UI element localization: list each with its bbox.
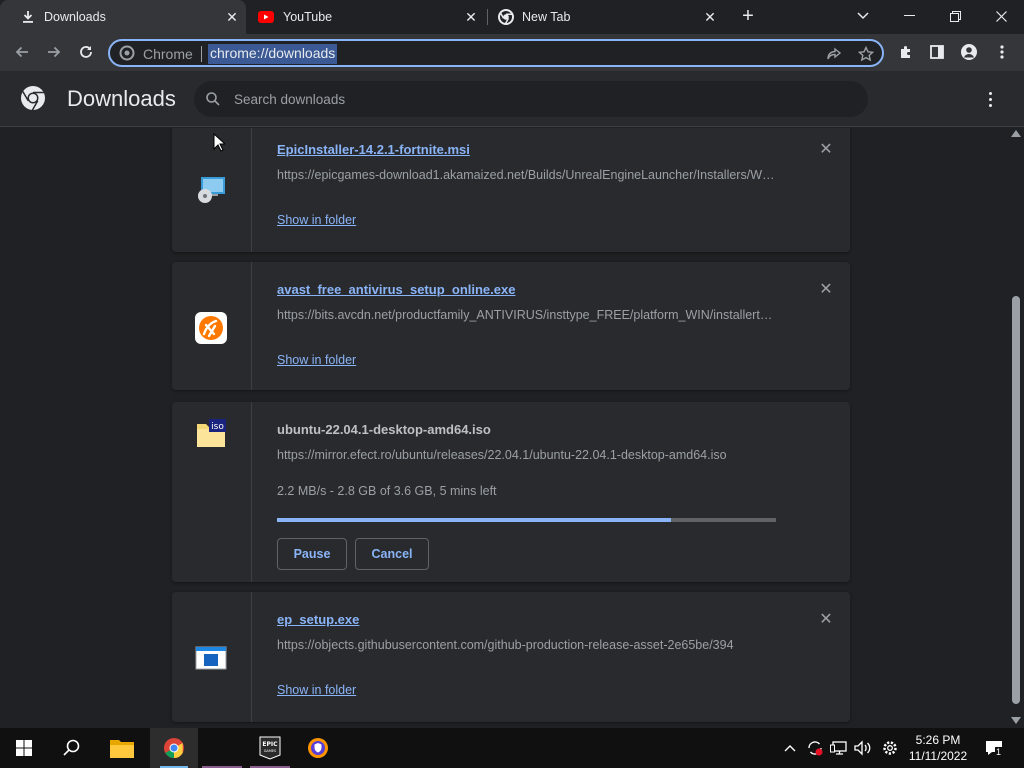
epic-games-button[interactable]: EPIC GAMES [246,728,294,768]
cancel-button[interactable]: Cancel [355,538,429,570]
downloads-list: EpicInstaller-14.2.1-fortnite.msi https:… [0,128,1006,728]
browser-menu-icon[interactable] [991,41,1013,63]
search-icon [206,92,220,106]
address-bar[interactable]: Chrome chrome://downloads [108,39,884,67]
notification-count-badge: 1 [995,747,1003,757]
forward-arrow-icon[interactable] [43,41,65,63]
download-item: avast_free_antivirus_setup_online.exe ht… [172,262,850,390]
pause-button[interactable]: Pause [277,538,347,570]
tab-downloads[interactable]: Downloads ✕ [0,0,246,34]
clock-date: 11/11/2022 [908,749,968,763]
sync-status-icon[interactable] [805,738,825,758]
chrome-site-icon [119,45,135,61]
search-box[interactable] [194,81,868,117]
close-tab-icon[interactable]: ✕ [702,9,718,25]
tab-youtube[interactable]: YouTube ✕ [246,0,488,34]
svg-text:EPIC: EPIC [262,741,278,748]
extensions-puzzle-icon[interactable] [895,41,917,63]
file-name-link[interactable]: EpicInstaller-14.2.1-fortnite.msi [277,142,470,157]
back-arrow-icon[interactable] [11,41,33,63]
settings-gear-icon[interactable] [880,738,900,758]
file-name: ubuntu-22.04.1-desktop-amd64.iso [277,422,491,437]
address-divider [201,46,202,62]
tab-label: YouTube [283,10,333,24]
side-panel-icon[interactable] [926,41,948,63]
page-title: Downloads [67,86,176,111]
svg-text:GAMES: GAMES [264,749,277,753]
windows-taskbar: EPIC GAMES 5:26 PM 11/11/2022 1 [0,728,1024,768]
restore-button[interactable] [932,0,978,32]
download-item-in-progress: iso ubuntu-22.04.1-desktop-amd64.iso htt… [172,402,850,582]
clock-time: 5:26 PM [915,733,961,747]
remove-download-icon[interactable]: ✕ [818,612,834,628]
scroll-up-arrow-icon[interactable] [1011,130,1021,137]
download-item: EpicInstaller-14.2.1-fortnite.msi https:… [172,128,850,252]
chrome-icon [498,9,514,25]
exe-file-icon [195,646,227,670]
file-url[interactable]: https://objects.githubusercontent.com/gi… [277,638,777,652]
file-url[interactable]: https://mirror.efect.ro/ubuntu/releases/… [277,448,777,462]
download-status: 2.2 MB/s - 2.8 GB of 3.6 GB, 5 mins left [277,484,497,498]
remove-download-icon[interactable]: ✕ [818,142,834,158]
chrome-icon [164,738,184,759]
scroll-down-arrow-icon[interactable] [1011,717,1021,724]
tab-label: New Tab [522,10,571,24]
file-name-link[interactable]: avast_free_antivirus_setup_online.exe [277,282,515,297]
blank-taskbar-button[interactable] [198,728,246,768]
chrome-logo-icon [21,86,45,111]
search-input[interactable] [234,87,834,111]
new-tab-button[interactable]: + [725,0,771,32]
file-url[interactable]: https://epicgames-download1.akamaized.ne… [277,168,777,182]
mouse-cursor-icon [213,133,225,152]
download-progress-bar [277,518,776,522]
system-clock[interactable]: 5:26 PM 11/11/2022 [908,732,968,764]
show-hidden-icons-chevron[interactable] [780,738,800,758]
reload-icon[interactable] [75,41,97,63]
file-name-link[interactable]: ep_setup.exe [277,612,359,627]
tab-label: Downloads [44,10,106,24]
start-button[interactable] [0,728,48,768]
file-url[interactable]: https://bits.avcdn.net/productfamily_ANT… [277,308,777,322]
browser-shield-button[interactable] [294,728,342,768]
show-in-folder-link[interactable]: Show in folder [277,353,356,367]
shield-browser-icon [308,738,328,758]
show-in-folder-link[interactable]: Show in folder [277,213,356,227]
scrollbar-thumb[interactable] [1012,296,1020,704]
close-tab-icon[interactable]: ✕ [463,9,479,25]
address-scheme: Chrome [143,46,193,62]
download-progress-fill [277,518,672,522]
address-url[interactable]: chrome://downloads [208,44,338,64]
chrome-taskbar-button[interactable] [150,728,198,768]
iso-file-icon: iso [197,419,226,447]
file-explorer-button[interactable] [98,728,146,768]
volume-icon[interactable] [853,738,873,758]
avast-icon [195,312,227,344]
profile-avatar-icon[interactable] [958,41,980,63]
notification-center-icon[interactable]: 1 [982,738,1006,758]
network-icon[interactable] [829,738,849,758]
youtube-icon [258,11,274,23]
tab-new-tab[interactable]: New Tab ✕ [488,0,728,34]
download-icon [23,11,33,23]
bookmark-star-icon[interactable] [857,45,875,63]
folder-icon [110,740,134,758]
msi-installer-icon [198,177,225,203]
tab-strip: Downloads ✕ YouTube ✕ New Tab ✕ + [0,0,1024,34]
svg-text:iso: iso [211,422,224,432]
share-icon[interactable] [825,45,843,63]
taskbar-search-button[interactable] [48,728,96,768]
windows-logo-icon [16,740,32,756]
close-tab-icon[interactable]: ✕ [224,9,240,25]
downloads-menu-icon[interactable] [980,89,1000,109]
page-scrollbar[interactable] [1008,128,1024,728]
close-window-button[interactable] [978,0,1024,32]
search-icon [63,739,80,756]
remove-download-icon[interactable]: ✕ [818,282,834,298]
minimize-button[interactable] [886,0,932,32]
tab-search-chevron-icon[interactable] [840,0,886,32]
show-in-folder-link[interactable]: Show in folder [277,683,356,697]
download-item: ep_setup.exe https://objects.githubuserc… [172,592,850,722]
downloads-header: Downloads [0,71,1024,127]
epic-games-icon: EPIC GAMES [259,736,281,760]
